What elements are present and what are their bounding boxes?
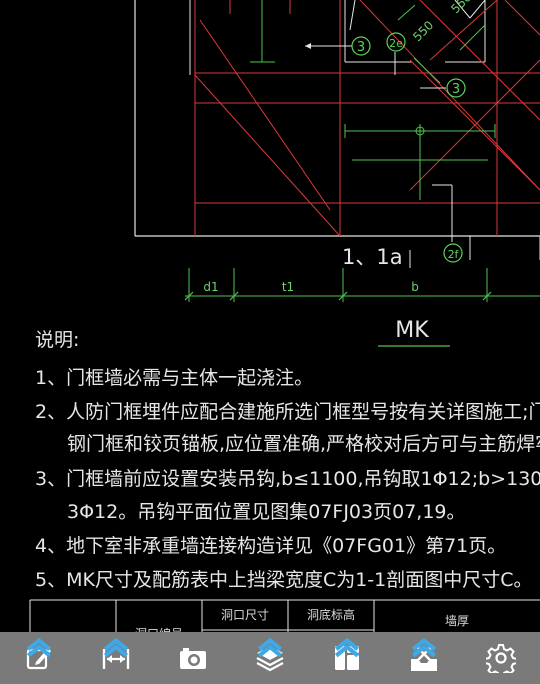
svg-text:2e: 2e (389, 37, 403, 50)
chevron-up-icon (412, 637, 437, 658)
chevron-up-icon (26, 637, 51, 658)
callout-2f: 2f (443, 243, 463, 263)
svg-text:2f: 2f (448, 248, 460, 261)
note-2-continued: 钢门框和铰页锚板,应位置准确,严格校对后方可与主筋焊牢,再浇筑混凝土。 (67, 433, 540, 455)
dimension-chain: d1 t1 b (184, 268, 540, 302)
note-3: 3、门框墙前应设置安装吊钩,b≤1100,吊钩取1Φ12;b>1300,吊钩取 (35, 468, 540, 490)
tools-button[interactable] (400, 632, 448, 684)
table-col-bottom-elevation: 洞底标高 (307, 607, 355, 622)
chevron-up-icon (257, 637, 283, 658)
section-drawing: 550 550 3 2e 3 2f 1、1a (134, 0, 540, 269)
note-4: 4、地下室非承重墙连接构造详见《07FG01》第71页。 (35, 535, 506, 557)
dimension-d1: d1 (203, 280, 218, 294)
notes-block: 说明: 1、门框墙必需与主体一起浇注。 2、人防门框埋件应配合建施所选门框型号按… (35, 329, 540, 591)
svg-text:3: 3 (357, 40, 365, 55)
layers-button[interactable] (246, 632, 294, 684)
table-col-wall-thickness: 墙厚 (445, 614, 469, 628)
settings-button[interactable] (477, 632, 525, 684)
note-2: 2、人防门框埋件应配合建施所选门框型号按有关详图施工;门框墙内所有预埋件、 (35, 401, 540, 423)
camera-button[interactable] (169, 632, 217, 684)
measure-button[interactable] (92, 632, 140, 684)
edit-button[interactable] (15, 632, 63, 684)
table-col-opening-size: 洞口尺寸 (221, 608, 269, 622)
dimension-t1: t1 (282, 280, 294, 294)
cad-drawing-canvas[interactable]: 550 550 3 2e 3 2f 1、1a d1 t1 b MK 说明: 1、… (0, 0, 540, 684)
chevron-up-icon (103, 637, 128, 658)
dimension-b: b (411, 280, 419, 294)
callout-3-lower: 3 (446, 78, 466, 98)
svg-text:3: 3 (452, 82, 460, 97)
drawing-title: MK (395, 318, 429, 343)
section-label: 1、1a (342, 245, 403, 269)
note-3-continued: 3Φ12。吊钩平面位置见图集07FJ03页07,19。 (67, 501, 466, 523)
dimension-550-a: 550 (410, 18, 436, 44)
notes-heading: 说明: (35, 329, 79, 351)
callout-3-upper: 3 (351, 36, 371, 56)
camera-icon (179, 648, 206, 669)
chevron-up-icon (335, 637, 360, 658)
callout-2e: 2e (386, 32, 406, 52)
settings-icon (486, 644, 517, 673)
dimension-550-b: 550 (448, 0, 474, 16)
note-1: 1、门框墙必需与主体一起浇注。 (35, 367, 313, 389)
bottom-toolbar (0, 632, 540, 684)
layout-button[interactable] (323, 632, 371, 684)
note-5: 5、MK尺寸及配筋表中上挡梁宽度C为1-1剖面图中尺寸C。 (35, 569, 533, 591)
